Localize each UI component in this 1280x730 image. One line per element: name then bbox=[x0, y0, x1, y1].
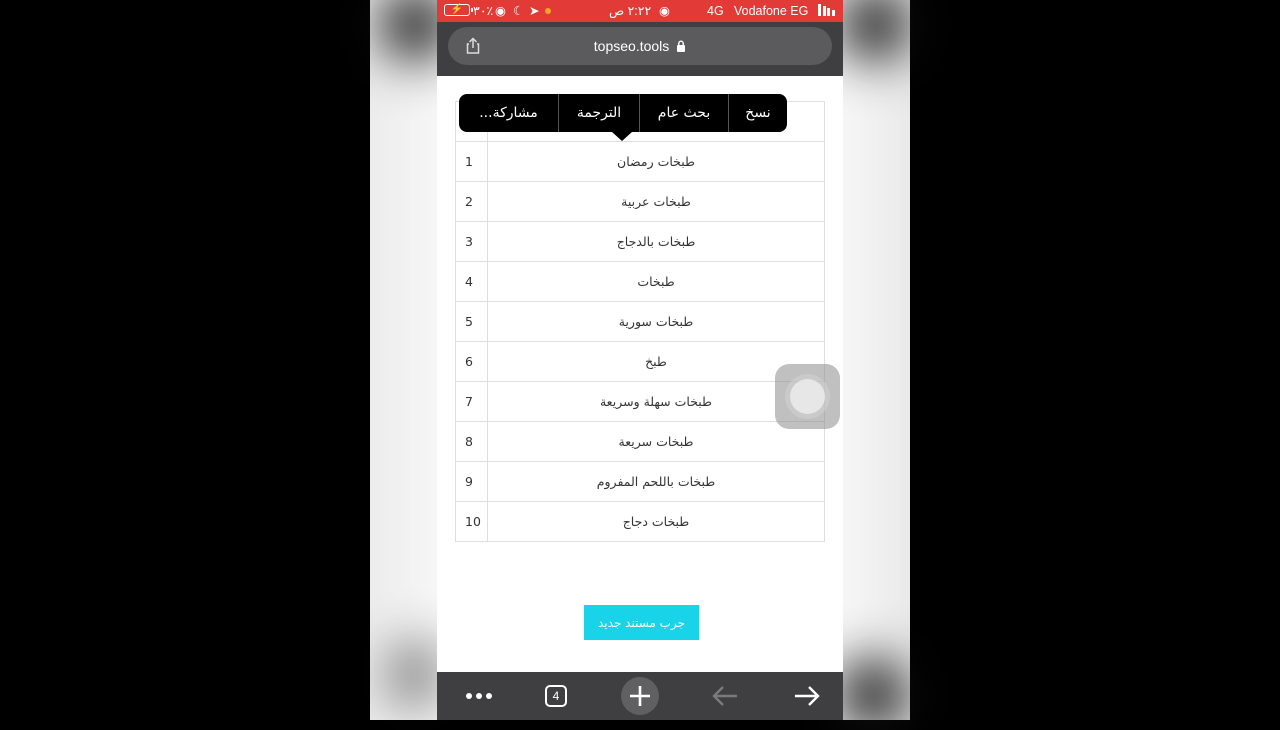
browser-toolbar: topseo.tools bbox=[437, 22, 843, 76]
tabs-icon: 4 bbox=[545, 685, 567, 707]
location-icon: ➤ bbox=[529, 4, 540, 18]
keywords-table: 1 طبخات رمضان 2 طبخات عربية 3 طبخات بالدجاج 4 ط… bbox=[455, 101, 825, 542]
menu-item-translate[interactable]: الترجمة bbox=[559, 94, 639, 132]
row-number: 6 bbox=[455, 341, 488, 382]
assistive-touch-button[interactable] bbox=[775, 364, 840, 429]
row-keyword: طبخات رمضان bbox=[487, 141, 825, 182]
row-number: 4 bbox=[455, 261, 488, 302]
row-number: 9 bbox=[455, 461, 488, 502]
try-new-document-button[interactable]: جرب مستند جديد bbox=[584, 605, 699, 640]
back-icon bbox=[712, 686, 737, 706]
signal-icon bbox=[818, 4, 835, 16]
url-text: topseo.tools bbox=[593, 38, 670, 54]
forward-icon bbox=[795, 686, 820, 706]
row-number: 1 bbox=[455, 141, 488, 182]
menu-item-copy[interactable]: نسخ bbox=[729, 94, 787, 132]
table-row: 5 طبخات سورية bbox=[455, 301, 825, 342]
phone-screen: ⚡ ٣٠٪ ◉ ☾ ➤ ٢:٢٢ ص ◉ 4G Vodafone EG tops… bbox=[437, 0, 843, 720]
table-row: 8 طبخات سريعة bbox=[455, 421, 825, 462]
new-tab-icon bbox=[621, 677, 659, 715]
assistive-touch-icon bbox=[790, 379, 825, 414]
row-number: 10 bbox=[455, 501, 488, 542]
address-bar[interactable]: topseo.tools bbox=[448, 27, 832, 65]
lock-icon bbox=[677, 40, 686, 52]
menu-separator bbox=[558, 94, 559, 132]
row-keyword: طبخات عربية bbox=[487, 181, 825, 222]
network-type: 4G bbox=[707, 4, 724, 18]
moon-icon: ☾ bbox=[513, 4, 525, 18]
menu-item-share[interactable]: مشاركة... bbox=[459, 94, 558, 132]
more-icon bbox=[466, 693, 492, 699]
new-tab-button[interactable] bbox=[620, 672, 660, 720]
table-row: 1 طبخات رمضان bbox=[455, 141, 825, 182]
table-row: 7 طبخات سهلة وسريعة bbox=[455, 381, 825, 422]
carrier-name: Vodafone EG bbox=[734, 4, 809, 18]
more-button[interactable] bbox=[459, 672, 499, 720]
row-keyword: طبخات دجاج bbox=[487, 501, 825, 542]
row-keyword: طبخات bbox=[487, 261, 825, 302]
text-context-menu: نسخ بحث عام الترجمة مشاركة... bbox=[459, 94, 787, 132]
alarm-icon: ◉ bbox=[659, 4, 670, 18]
back-button[interactable] bbox=[705, 672, 745, 720]
battery-percent: ٣٠٪ bbox=[473, 4, 494, 18]
row-keyword: طبخات سهلة وسريعة bbox=[487, 381, 825, 422]
battery-icon: ⚡ bbox=[444, 4, 473, 16]
status-bar: ⚡ ٣٠٪ ◉ ☾ ➤ ٢:٢٢ ص ◉ 4G Vodafone EG bbox=[437, 0, 843, 22]
url-display[interactable]: topseo.tools bbox=[448, 38, 832, 54]
clock: ٢:٢٢ ص bbox=[609, 4, 652, 18]
row-keyword: طبخات باللحم المفروم bbox=[487, 461, 825, 502]
mic-indicator bbox=[545, 8, 551, 14]
menu-separator bbox=[639, 94, 640, 132]
row-number: 2 bbox=[455, 181, 488, 222]
row-number: 7 bbox=[455, 381, 488, 422]
row-keyword: طبخات بالدجاج bbox=[487, 221, 825, 262]
context-menu-pointer bbox=[612, 132, 632, 141]
row-keyword: طبخات سريعة bbox=[487, 421, 825, 462]
table-row: 2 طبخات عربية bbox=[455, 181, 825, 222]
row-number: 5 bbox=[455, 301, 488, 342]
menu-separator bbox=[728, 94, 729, 132]
table-row: 6 طبخ bbox=[455, 341, 825, 382]
table-row: 10 طبخات دجاج bbox=[455, 501, 825, 542]
screen-record-icon: ◉ bbox=[495, 4, 506, 18]
row-keyword: طبخات سورية bbox=[487, 301, 825, 342]
forward-button[interactable] bbox=[787, 672, 827, 720]
menu-item-lookup[interactable]: بحث عام bbox=[640, 94, 728, 132]
row-number: 3 bbox=[455, 221, 488, 262]
tabs-button[interactable]: 4 bbox=[536, 672, 576, 720]
table-row: 4 طبخات bbox=[455, 261, 825, 302]
browser-bottom-bar: 4 bbox=[437, 672, 843, 720]
table-row: 9 طبخات باللحم المفروم bbox=[455, 461, 825, 502]
row-number: 8 bbox=[455, 421, 488, 462]
row-keyword: طبخ bbox=[487, 341, 825, 382]
table-row: 3 طبخات بالدجاج bbox=[455, 221, 825, 262]
